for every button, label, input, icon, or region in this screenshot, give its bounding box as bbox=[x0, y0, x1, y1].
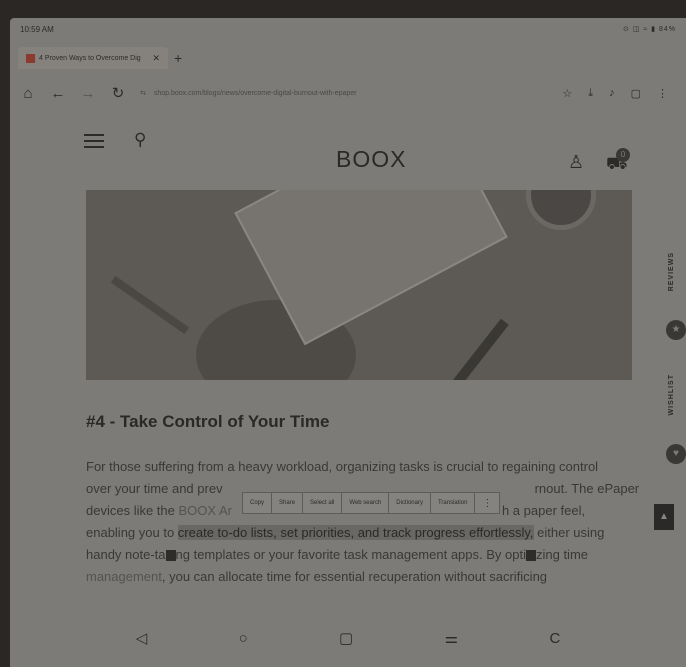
mic-icon[interactable]: ♪ bbox=[609, 87, 615, 100]
para-line: h a paper feel, bbox=[501, 503, 586, 518]
wishlist-side-tab[interactable]: WISHLIST bbox=[668, 374, 684, 415]
back-nav-icon[interactable]: ◁ bbox=[136, 629, 148, 647]
reviews-side-tab[interactable]: REVIEWS bbox=[668, 252, 684, 291]
para-line: over your time and prev bbox=[86, 481, 223, 496]
para-line: , you can allocate time for essential re… bbox=[161, 569, 548, 584]
copy-button[interactable]: Copy bbox=[243, 493, 273, 513]
settings-nav-icon[interactable]: ⚌ bbox=[445, 629, 458, 647]
back-icon[interactable]: ← bbox=[50, 85, 66, 102]
para-line: ng templates or your favorite task manag… bbox=[175, 547, 526, 562]
product-link[interactable]: BOOX Ar bbox=[179, 503, 232, 518]
hamburger-menu-icon[interactable] bbox=[84, 134, 104, 148]
para-line: devices like the bbox=[86, 503, 179, 518]
para-line: rnout. The ePaper bbox=[534, 481, 640, 496]
address-bar: ⌂ ← → ↻ ⇆ shop.boox.com/blogs/news/overc… bbox=[10, 76, 686, 110]
para-line: zing time bbox=[535, 547, 589, 562]
new-tab-button[interactable]: + bbox=[174, 50, 182, 66]
star-icon[interactable]: ★ bbox=[666, 320, 686, 340]
select-all-button[interactable]: Select all bbox=[303, 493, 343, 513]
translation-button[interactable]: Translation bbox=[431, 493, 476, 513]
home-nav-icon[interactable]: ○ bbox=[239, 630, 248, 647]
url-field[interactable]: ⇆ shop.boox.com/blogs/news/overcome-digi… bbox=[140, 89, 548, 98]
favicon-icon bbox=[26, 53, 35, 63]
recents-nav-icon[interactable]: ▢ bbox=[339, 629, 353, 647]
selection-end-handle[interactable] bbox=[525, 550, 536, 562]
system-nav-bar: ◁ ○ ▢ ⚌ C bbox=[10, 618, 686, 658]
cart-count-badge: 0 bbox=[616, 148, 630, 162]
reload-icon[interactable]: ↻ bbox=[110, 84, 126, 102]
site-logo[interactable]: BOOX bbox=[336, 146, 406, 173]
hero-pen bbox=[433, 318, 509, 380]
para-line: either using bbox=[533, 525, 605, 540]
hero-mug bbox=[526, 190, 596, 230]
tab-title: 4 Proven Ways to Overcome Dig bbox=[39, 54, 141, 62]
selection-start-handle[interactable] bbox=[165, 550, 176, 562]
browser-tab[interactable]: 4 Proven Ways to Overcome Dig ✕ bbox=[18, 47, 168, 69]
text-selection-menu: Copy Share Select all Web search Diction… bbox=[242, 492, 501, 514]
hero-pen-left bbox=[110, 275, 190, 335]
tab-close-icon[interactable]: ✕ bbox=[152, 53, 160, 64]
site-header: ⚲ BOOX ♙ ⛟ 0 bbox=[10, 112, 686, 173]
tab-bar: 4 Proven Ways to Overcome Dig ✕ + bbox=[10, 42, 686, 74]
home-icon[interactable]: ⌂ bbox=[20, 85, 36, 102]
toolbar-icons: ☆ ⤓ ♪ ▢ ⋮ bbox=[562, 87, 676, 100]
web-page: ⚲ BOOX ♙ ⛟ 0 #4 - Take Control of Your T… bbox=[10, 112, 686, 632]
url-text: shop.boox.com/blogs/news/overcome-digita… bbox=[153, 89, 357, 97]
account-icon[interactable]: ♙ bbox=[568, 152, 584, 173]
para-link[interactable]: management bbox=[86, 569, 162, 584]
tabs-icon[interactable]: ▢ bbox=[631, 87, 641, 100]
web-search-button[interactable]: Web search bbox=[342, 493, 390, 513]
dictionary-button[interactable]: Dictionary bbox=[389, 493, 431, 513]
site-info-icon[interactable]: ⇆ bbox=[140, 89, 146, 97]
search-icon[interactable]: ⚲ bbox=[134, 130, 146, 150]
article-paragraph[interactable]: For those suffering from a heavy workloa… bbox=[86, 456, 646, 588]
article-hero-image bbox=[86, 190, 632, 380]
menu-icon[interactable]: ⋮ bbox=[657, 87, 668, 100]
status-indicators: ⊙ ◫ ≈ ▮ 84% bbox=[623, 26, 676, 33]
status-bar: 10:59 AM ⊙ ◫ ≈ ▮ 84% bbox=[10, 18, 686, 40]
para-line: For those suffering from a heavy workloa… bbox=[86, 459, 599, 474]
share-button[interactable]: Share bbox=[272, 493, 304, 513]
bookmark-star-icon[interactable]: ☆ bbox=[562, 87, 572, 100]
refresh-nav-icon[interactable]: C bbox=[549, 630, 560, 647]
device-screen: 10:59 AM ⊙ ◫ ≈ ▮ 84% 4 Proven Ways to Ov… bbox=[10, 18, 686, 667]
para-line: enabling you to bbox=[86, 525, 178, 540]
forward-icon[interactable]: → bbox=[80, 85, 96, 102]
download-icon[interactable]: ⤓ bbox=[588, 87, 593, 100]
more-options-icon[interactable]: ⋮ bbox=[475, 493, 499, 513]
heart-icon[interactable]: ♥ bbox=[666, 444, 686, 464]
para-line: handy note-ta bbox=[86, 547, 166, 562]
status-time: 10:59 AM bbox=[20, 24, 54, 34]
section-heading: #4 - Take Control of Your Time bbox=[86, 412, 330, 431]
scroll-to-top-button[interactable]: ▲ bbox=[654, 504, 674, 530]
selected-text[interactable]: create to-do lists, set priorities, and … bbox=[177, 525, 534, 540]
